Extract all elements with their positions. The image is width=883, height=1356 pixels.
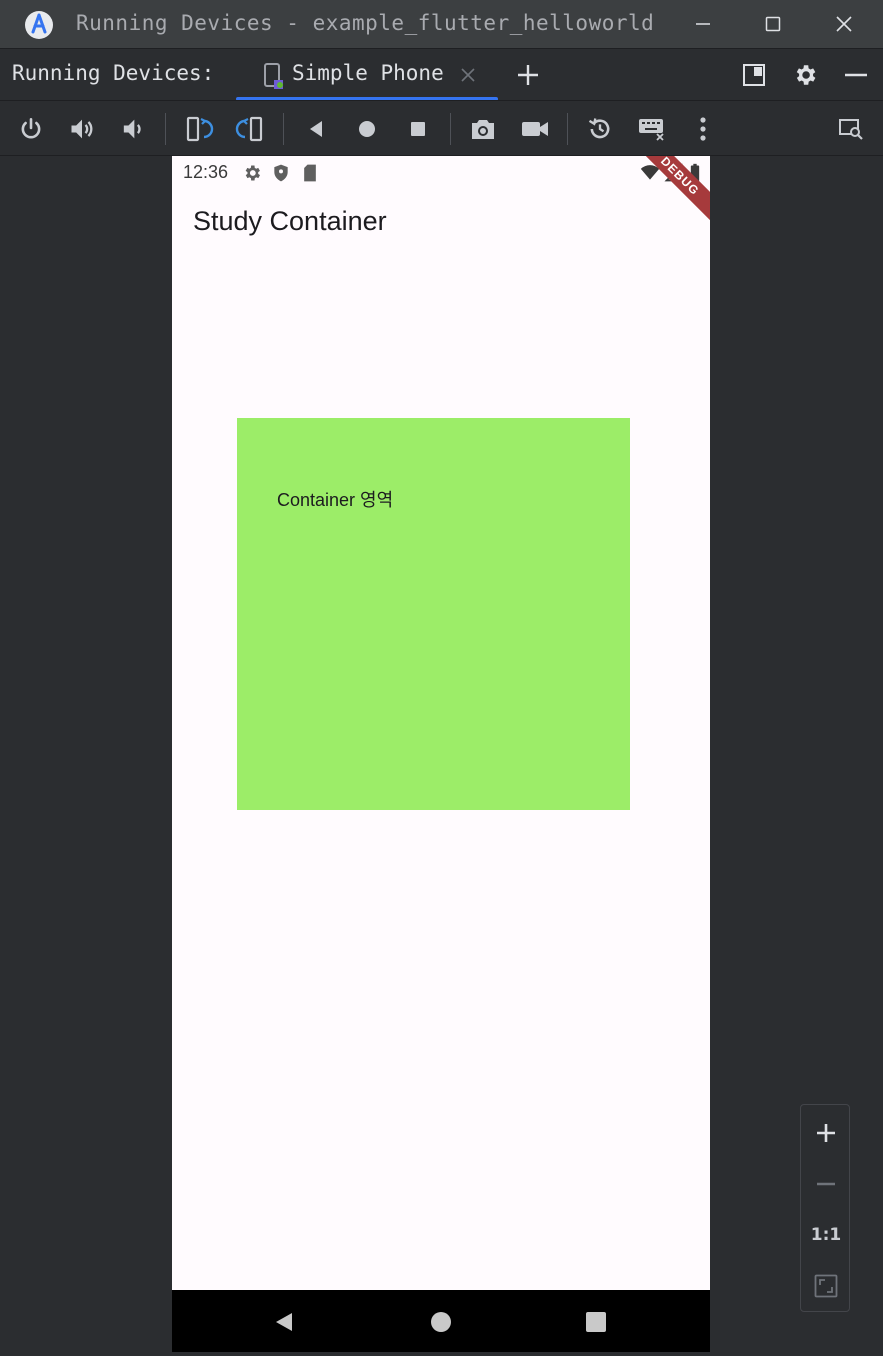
phone-screen[interactable]: 12:36 DEBUG Study Container Container 영역 <box>172 156 710 1352</box>
power-button[interactable] <box>13 111 49 147</box>
title-bar: Running Devices - example_flutter_hellow… <box>0 0 883 48</box>
power-icon <box>21 117 41 139</box>
window-title: Running Devices - example_flutter_hellow… <box>76 11 655 35</box>
status-time: 12:36 <box>183 162 229 182</box>
toolbar-separator <box>567 113 568 145</box>
nav-overview-button[interactable] <box>582 1308 610 1336</box>
green-container: Container 영역 <box>237 418 630 810</box>
container-text: Container 영역 <box>277 490 394 510</box>
minimize-button[interactable] <box>686 8 720 40</box>
zoom-out-button[interactable] <box>808 1166 844 1202</box>
actual-size-button[interactable]: 1:1 <box>808 1217 844 1253</box>
tab-simple-phone[interactable]: Simple Phone <box>236 49 498 101</box>
hide-panel-button[interactable] <box>839 58 873 92</box>
running-devices-label: Running Devices: <box>12 61 215 85</box>
phone-device-icon <box>264 63 283 89</box>
nav-back-button[interactable] <box>270 1308 298 1336</box>
reset-button[interactable] <box>582 111 618 147</box>
device-toolbar <box>0 100 883 156</box>
home-circle-icon <box>431 1312 451 1332</box>
volume-up-button[interactable] <box>64 111 100 147</box>
device-search-icon <box>839 119 863 140</box>
close-icon <box>836 16 852 32</box>
back-button[interactable] <box>298 111 334 147</box>
overview-button[interactable] <box>400 111 436 147</box>
nav-home-button[interactable] <box>427 1308 455 1336</box>
settings-status-icon <box>245 165 260 181</box>
minimize-icon <box>696 23 710 25</box>
rotate-right-icon <box>235 116 263 142</box>
more-options-button[interactable] <box>685 111 721 147</box>
android-nav-bar <box>172 1290 710 1352</box>
back-triangle-icon <box>276 1313 292 1331</box>
more-vertical-icon <box>700 117 706 141</box>
rotate-left-button[interactable] <box>181 111 217 147</box>
screen-record-button[interactable] <box>517 111 553 147</box>
close-window-button[interactable] <box>827 8 861 40</box>
maximize-button[interactable] <box>756 8 790 40</box>
device-explorer-button[interactable] <box>833 111 869 147</box>
volume-down-icon <box>123 119 141 139</box>
rotate-right-button[interactable] <box>232 111 268 147</box>
camera-icon <box>472 120 494 139</box>
settings-button[interactable] <box>788 58 822 92</box>
video-camera-icon <box>522 122 548 136</box>
close-tab-icon[interactable] <box>458 65 478 85</box>
fit-screen-button[interactable] <box>808 1268 844 1304</box>
layout-button[interactable] <box>737 58 771 92</box>
tab-bar: Running Devices: Simple Phone <box>0 48 883 101</box>
history-icon <box>588 118 610 139</box>
minus-icon <box>817 1182 835 1186</box>
plus-icon <box>518 65 538 85</box>
gear-icon <box>796 65 816 85</box>
app-bar-title: Study Container <box>193 206 387 236</box>
fit-screen-icon <box>814 1274 838 1298</box>
tab-label: Simple Phone <box>292 61 444 85</box>
volume-up-icon <box>71 119 93 139</box>
zoom-controls: 1:1 <box>800 1104 850 1312</box>
keyboard-icon <box>639 119 664 141</box>
status-bar: 12:36 <box>172 156 710 190</box>
home-icon <box>359 121 375 137</box>
rotate-left-icon <box>186 116 214 142</box>
toolbar-separator <box>283 113 284 145</box>
keyboard-button[interactable] <box>634 111 670 147</box>
overview-square-icon <box>586 1312 606 1332</box>
sd-card-status-icon <box>304 164 316 182</box>
minimize-panel-icon <box>845 73 867 77</box>
screenshot-button[interactable] <box>465 111 501 147</box>
layout-icon <box>743 64 765 86</box>
zoom-in-button[interactable] <box>808 1115 844 1151</box>
add-device-button[interactable] <box>511 58 545 92</box>
maximize-icon <box>765 16 781 32</box>
plus-icon <box>817 1124 835 1142</box>
shield-status-icon <box>274 164 288 182</box>
toolbar-separator <box>450 113 451 145</box>
volume-down-button[interactable] <box>114 111 150 147</box>
android-studio-logo-icon <box>25 11 53 39</box>
overview-icon <box>411 122 425 136</box>
device-display-area: 12:36 DEBUG Study Container Container 영역 <box>0 156 883 1356</box>
home-button[interactable] <box>349 111 385 147</box>
back-icon <box>310 121 322 137</box>
toolbar-separator <box>165 113 166 145</box>
